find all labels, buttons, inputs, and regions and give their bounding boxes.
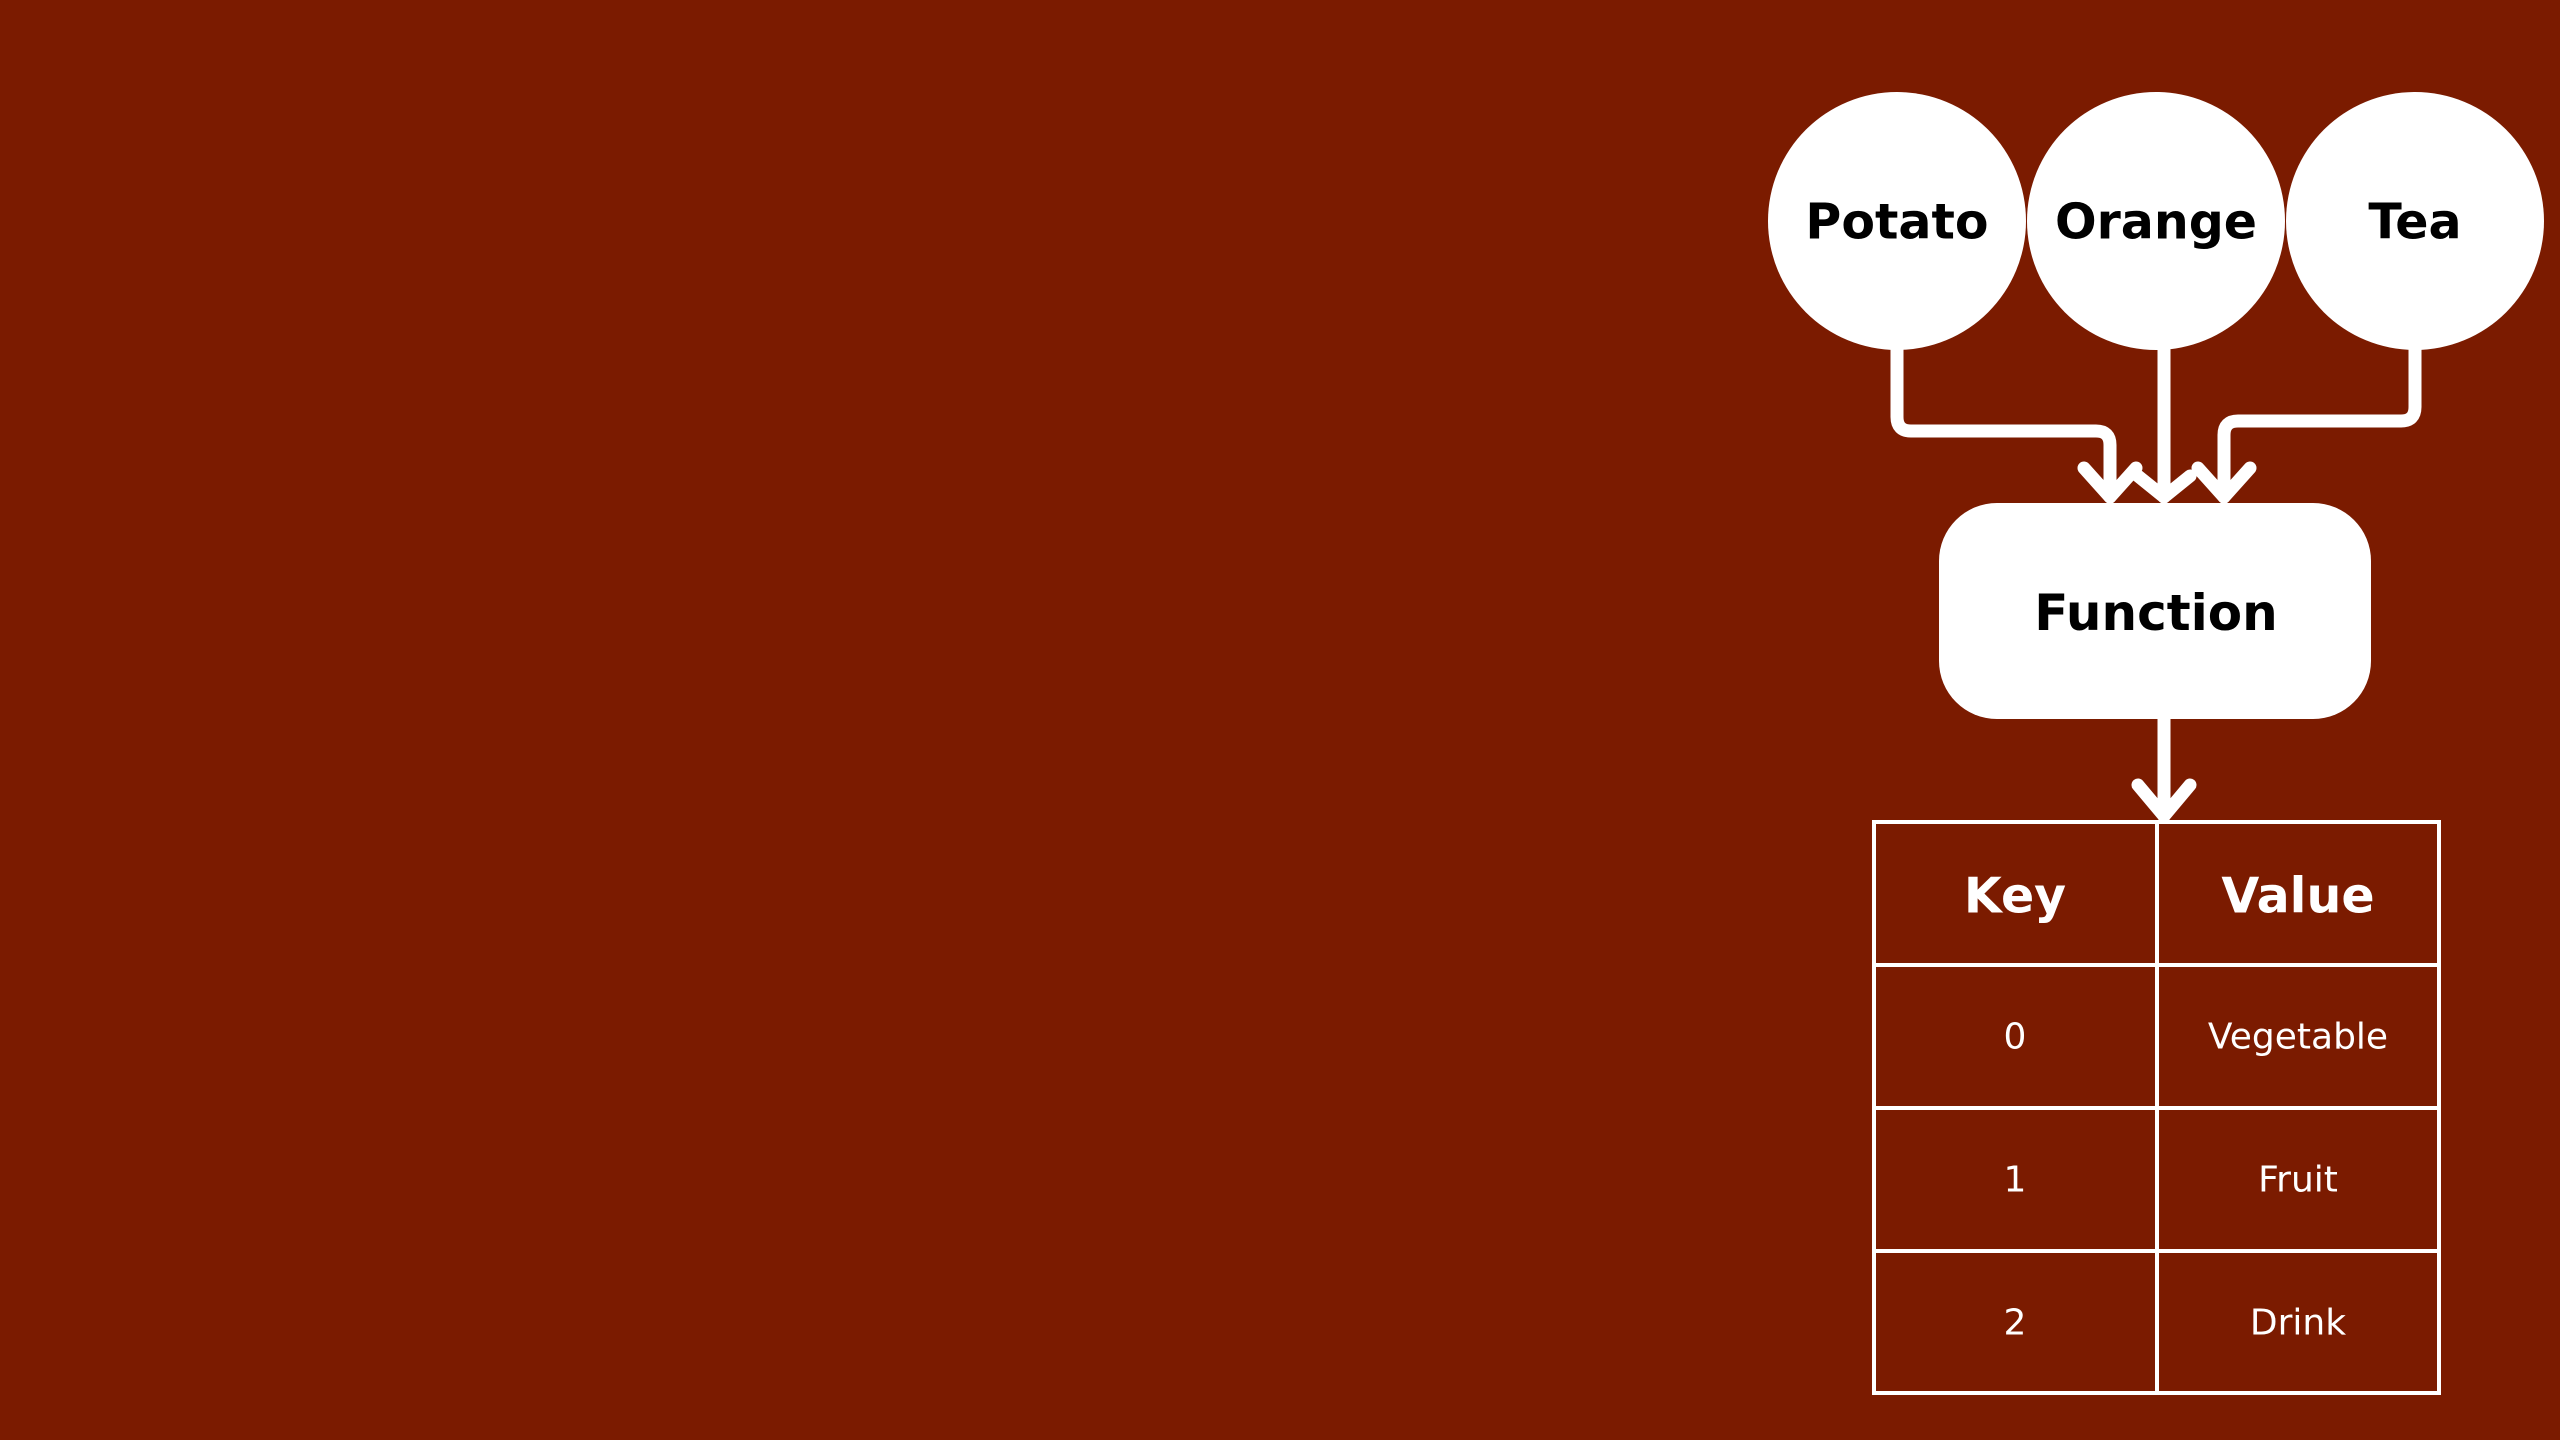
function-label: Function [2034, 584, 2277, 642]
input-node-tea: Tea [2286, 92, 2544, 350]
input-label-orange: Orange [2055, 194, 2257, 251]
table-cell-value: Drink [2250, 1303, 2346, 1344]
table-cell-key: 2 [2004, 1303, 2027, 1344]
input-node-potato: Potato [1768, 92, 2026, 350]
table-cell-value: Fruit [2258, 1160, 2338, 1201]
table-cell-key: 0 [2004, 1017, 2027, 1058]
input-label-potato: Potato [1805, 194, 1988, 251]
function-node: Function [1939, 503, 2371, 719]
input-label-tea: Tea [2368, 194, 2461, 251]
table-header-value: Value [2221, 868, 2374, 925]
input-node-orange: Orange [2027, 92, 2285, 350]
table-cell-key: 1 [2004, 1160, 2027, 1201]
table-header-key: Key [1964, 868, 2066, 925]
table-cell-value: Vegetable [2208, 1017, 2388, 1058]
diagram-canvas: Potato Orange Tea Function Key Value 0 V… [0, 0, 2560, 1440]
